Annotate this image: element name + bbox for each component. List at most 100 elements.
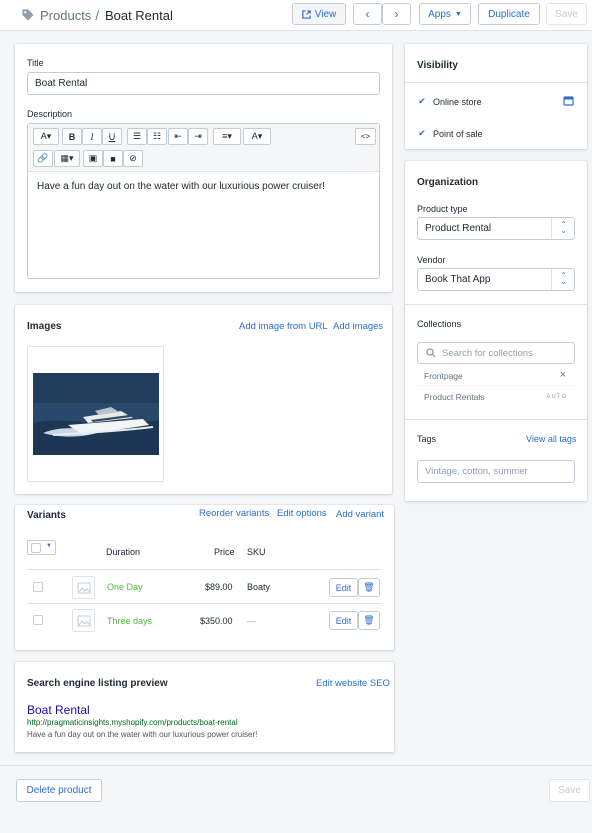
image-placeholder-icon: [77, 615, 90, 626]
remove-collection-icon[interactable]: ×: [560, 369, 566, 381]
delete-product-label: Delete product: [26, 785, 92, 796]
visibility-heading: Visibility: [417, 60, 458, 71]
clear-format-icon: ⊘: [129, 153, 137, 163]
row-divider: [27, 603, 382, 604]
product-details-card: Title Boat Rental Description A▾ B I U ☰…: [15, 44, 392, 292]
table-button[interactable]: ▦▾: [54, 150, 80, 167]
section-divider: [405, 82, 587, 83]
delete-variant-button[interactable]: 🗑: [358, 578, 380, 597]
product-type-value: Product Rental: [425, 223, 492, 234]
indent-button[interactable]: ⇥: [188, 128, 208, 145]
collection-item: Frontpage ×: [417, 365, 575, 386]
image-placeholder-icon: [77, 582, 90, 593]
next-product-button[interactable]: ›: [382, 3, 411, 25]
trash-icon: 🗑: [363, 615, 375, 625]
outdent-button[interactable]: ⇤: [168, 128, 188, 145]
images-heading: Images: [27, 321, 62, 332]
bullet-list-icon: ☰: [132, 131, 142, 141]
variants-heading: Variants: [27, 510, 66, 521]
section-divider: [405, 419, 587, 420]
section-divider: [405, 304, 587, 305]
apps-menu-button[interactable]: Apps ▼: [419, 3, 471, 25]
link-icon: 🔗: [37, 153, 49, 163]
edit-variant-button[interactable]: Edit: [329, 611, 358, 630]
outdent-icon: ⇤: [174, 131, 182, 141]
duplicate-button[interactable]: Duplicate: [478, 3, 540, 25]
calendar-icon[interactable]: [563, 95, 574, 106]
view-button[interactable]: View: [292, 3, 346, 25]
video-icon: ■: [110, 153, 116, 164]
variant-duration[interactable]: Three days: [107, 616, 152, 626]
bold-icon: B: [68, 131, 76, 142]
bulk-select-dropdown[interactable]: ▼: [27, 540, 56, 555]
add-images-link[interactable]: Add images: [333, 321, 383, 332]
edit-options-link[interactable]: Edit options: [277, 508, 327, 519]
seo-card: Search engine listing preview Edit websi…: [15, 662, 394, 752]
column-sku: SKU: [247, 547, 266, 557]
visibility-card: Visibility ✔ Online store ✔ Point of sal…: [405, 44, 587, 149]
delete-product-button[interactable]: Delete product: [16, 779, 102, 802]
select-divider: [551, 269, 552, 290]
link-button[interactable]: 🔗: [33, 150, 53, 167]
trash-icon: 🗑: [363, 582, 375, 592]
vendor-select[interactable]: Book That App ⌃ ⌄: [417, 268, 575, 291]
italic-button[interactable]: I: [82, 128, 102, 145]
product-image-tile[interactable]: [27, 346, 164, 482]
insert-image-button[interactable]: ▣: [83, 150, 103, 167]
indent-icon: ⇥: [194, 131, 202, 141]
view-all-tags-link[interactable]: View all tags: [526, 434, 576, 444]
view-label: View: [314, 8, 337, 20]
row-checkbox[interactable]: [33, 582, 43, 592]
online-store-checkbox[interactable]: ✔: [417, 96, 427, 106]
variant-image-placeholder[interactable]: [72, 576, 95, 599]
seo-heading: Search engine listing preview: [27, 678, 168, 689]
breadcrumb-products-link[interactable]: Products: [40, 8, 91, 23]
description-label: Description: [27, 109, 73, 119]
save-button-top[interactable]: Save: [546, 3, 587, 25]
table-icon: ▦▾: [60, 153, 74, 163]
numbered-list-button[interactable]: ☷: [147, 128, 167, 145]
save-button-bottom[interactable]: Save: [549, 779, 590, 802]
bullet-list-button[interactable]: ☰: [127, 128, 147, 145]
edit-seo-link[interactable]: Edit website SEO: [316, 678, 390, 689]
variants-card: Variants Reorder variants Edit options A…: [15, 505, 394, 650]
search-icon: [426, 348, 436, 358]
point-of-sale-checkbox[interactable]: ✔: [417, 128, 427, 138]
delete-variant-button[interactable]: 🗑: [358, 611, 380, 630]
description-editor: A▾ B I U ☰ ☷ ⇤ ⇥ ≡▾ A▾ <> 🔗 ▦▾ ▣ ■ ⊘ Hav…: [27, 123, 380, 279]
image-icon: ▣: [88, 153, 98, 163]
insert-video-button[interactable]: ■: [103, 150, 123, 167]
text-color-button[interactable]: A▾: [243, 128, 271, 145]
apps-label: Apps: [428, 8, 451, 20]
edit-variant-button[interactable]: Edit: [329, 578, 358, 597]
code-icon: <>: [360, 132, 371, 141]
reorder-variants-link[interactable]: Reorder variants: [199, 508, 269, 519]
seo-preview-description: Have a fun day out on the water with our…: [27, 730, 258, 739]
clear-format-button[interactable]: ⊘: [123, 150, 143, 167]
point-of-sale-label: Point of sale: [433, 129, 483, 139]
row-checkbox[interactable]: [33, 615, 43, 625]
variant-duration[interactable]: One Day: [107, 582, 143, 592]
underline-button[interactable]: U: [102, 128, 122, 145]
font-size-button[interactable]: A▾: [33, 128, 59, 145]
tags-input[interactable]: Vintage, cotton, summer: [417, 460, 575, 483]
add-image-url-link[interactable]: Add image from URL: [239, 321, 328, 332]
breadcrumb-separator: /: [95, 7, 99, 23]
organization-card: Organization Product type Product Rental…: [405, 161, 587, 501]
bold-button[interactable]: B: [62, 128, 82, 145]
save-label-top: Save: [555, 8, 578, 20]
previous-product-button[interactable]: ‹: [353, 3, 382, 25]
title-input[interactable]: Boat Rental: [27, 72, 380, 95]
chevron-right-icon: ›: [394, 7, 399, 21]
collections-search-input[interactable]: Search for collections: [417, 342, 575, 364]
select-arrows-icon: ⌃ ⌄: [560, 271, 567, 286]
variant-image-placeholder[interactable]: [72, 609, 95, 632]
description-text[interactable]: Have a fun day out on the water with our…: [37, 181, 372, 192]
html-toggle-button[interactable]: <>: [355, 128, 376, 145]
add-variant-link[interactable]: Add variant: [336, 509, 384, 520]
align-icon: ≡▾: [222, 131, 232, 141]
product-type-select[interactable]: Product Rental ⌃ ⌄: [417, 217, 575, 240]
checkmark-icon: ✔: [418, 127, 426, 138]
select-all-checkbox[interactable]: [31, 543, 41, 553]
align-button[interactable]: ≡▾: [213, 128, 241, 145]
